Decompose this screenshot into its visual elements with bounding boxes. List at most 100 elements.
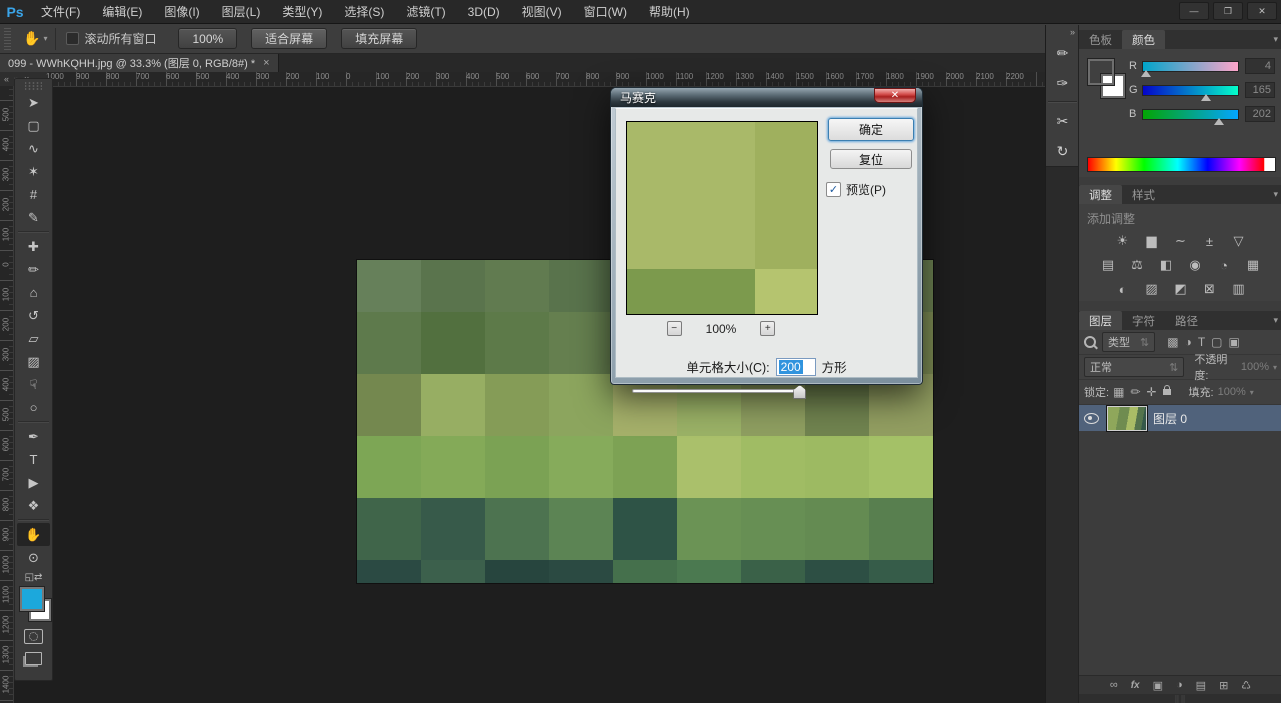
brush-presets-panel-icon[interactable]: ✑: [1046, 68, 1079, 98]
adjustments-panel-tab[interactable]: 调整: [1079, 185, 1122, 204]
color-panel-tab[interactable]: 颜色: [1122, 30, 1165, 49]
dock-resize-grip[interactable]: ⣿⣿: [1079, 694, 1281, 703]
filter-preview[interactable]: [626, 121, 818, 315]
slider-thumb[interactable]: [1141, 70, 1151, 77]
filter-type-layers-icon[interactable]: T: [1198, 335, 1205, 349]
filter-adjustment-layers-icon[interactable]: ◑: [1185, 335, 1192, 349]
delete-layer-icon[interactable]: ♺: [1241, 679, 1251, 692]
swap-colors-icon[interactable]: ◱⇄: [15, 569, 52, 585]
minimize-button[interactable]: —: [1179, 2, 1209, 20]
quick-mask-button[interactable]: [15, 625, 52, 647]
expand-panels-icon[interactable]: »: [1046, 25, 1079, 38]
color-balance-icon[interactable]: ⚖: [1126, 256, 1148, 274]
history-brush-tool[interactable]: ↺: [15, 304, 52, 327]
menu-item[interactable]: 图像(I): [153, 0, 210, 23]
type-tool[interactable]: T: [15, 448, 52, 471]
layer-effects-icon[interactable]: fx: [1131, 680, 1140, 691]
slider-ramp[interactable]: [1142, 109, 1239, 120]
layers-panel-tab[interactable]: 字符: [1122, 311, 1165, 330]
restore-button[interactable]: ❐: [1213, 2, 1243, 20]
adjustments-panel-tab[interactable]: 样式: [1122, 185, 1165, 204]
document-tab-close-icon[interactable]: ×: [263, 57, 269, 69]
menu-item[interactable]: 帮助(H): [638, 0, 701, 23]
fill-value[interactable]: 100%: [1218, 386, 1246, 398]
slider-value[interactable]: 165: [1245, 82, 1275, 98]
menu-item[interactable]: 3D(D): [457, 0, 511, 23]
photo-filter-icon[interactable]: ◉: [1184, 256, 1206, 274]
tool-preset-picker[interactable]: ✋ ▾: [15, 28, 56, 50]
hue-saturation-icon[interactable]: ▤: [1097, 256, 1119, 274]
slider-ramp[interactable]: [1142, 85, 1239, 96]
ok-button[interactable]: 确定: [828, 118, 914, 141]
gradient-tool[interactable]: ▨: [15, 350, 52, 373]
clone-source-panel-icon[interactable]: ↻: [1046, 136, 1079, 166]
new-layer-icon[interactable]: ⊞: [1219, 679, 1228, 692]
lock-move-icon[interactable]: ✛: [1146, 385, 1156, 399]
filter-kind-select[interactable]: 类型 ⇅: [1102, 332, 1155, 352]
slider-ramp[interactable]: [1142, 61, 1239, 72]
slider-thumb[interactable]: [1214, 118, 1224, 125]
blend-mode-select[interactable]: 正常 ⇅: [1084, 357, 1184, 377]
exposure-icon[interactable]: ±: [1199, 232, 1221, 250]
black-white-icon[interactable]: ◧: [1155, 256, 1177, 274]
tools-panel-grip[interactable]: [25, 81, 42, 91]
smudge-tool[interactable]: ☟: [15, 373, 52, 396]
menu-item[interactable]: 窗口(W): [573, 0, 638, 23]
layer-group-icon[interactable]: ▤: [1196, 679, 1206, 692]
opacity-value[interactable]: 100%: [1241, 361, 1269, 373]
selective-color-icon[interactable]: ⊠: [1199, 280, 1221, 298]
menu-item[interactable]: 滤镜(T): [395, 0, 456, 23]
menu-item[interactable]: 文件(F): [30, 0, 91, 23]
fit-screen-button[interactable]: 适合屏幕: [251, 28, 327, 49]
layers-panel-tab[interactable]: 图层: [1079, 311, 1122, 330]
slider-thumb[interactable]: [1201, 94, 1211, 101]
posterize-icon[interactable]: ▨: [1141, 280, 1163, 298]
preview-checkbox[interactable]: ✓: [826, 182, 841, 197]
color-panel-tab[interactable]: 色板: [1079, 30, 1122, 49]
panel-menu-icon[interactable]: ▾: [1273, 189, 1278, 200]
slider-value[interactable]: 4: [1245, 58, 1275, 74]
panel-menu-icon[interactable]: ▾: [1273, 315, 1278, 326]
custom-shape-tool[interactable]: ❖: [15, 494, 52, 517]
invert-icon[interactable]: ◐: [1112, 280, 1134, 298]
cell-size-input[interactable]: 200: [776, 358, 816, 376]
vertical-ruler[interactable]: 5004003002001000100200300400500600700800…: [0, 86, 14, 703]
zoom-100-button[interactable]: 100%: [178, 28, 237, 49]
layer-row[interactable]: 图层 0: [1079, 405, 1281, 431]
menu-item[interactable]: 类型(Y): [271, 0, 333, 23]
close-button[interactable]: ✕: [1247, 2, 1277, 20]
color-spectrum-ramp[interactable]: [1087, 157, 1276, 172]
clone-stamp-tool[interactable]: ⌂: [15, 281, 52, 304]
cell-size-slider[interactable]: [632, 385, 800, 397]
adjustment-layer-icon[interactable]: ◑: [1176, 679, 1183, 691]
color-lookup-icon[interactable]: ▦: [1242, 256, 1264, 274]
menu-item[interactable]: 视图(V): [511, 0, 573, 23]
threshold-icon[interactable]: ◩: [1170, 280, 1192, 298]
eyedropper-tool[interactable]: ✎: [15, 206, 52, 229]
move-tool[interactable]: ➤: [15, 91, 52, 114]
options-bar-grip[interactable]: [4, 28, 11, 50]
horizontal-ruler[interactable]: « » × 1000900800700600500400300200100010…: [0, 72, 1045, 87]
layer-visibility-toggle[interactable]: [1081, 413, 1101, 424]
foreground-color-swatch[interactable]: [20, 587, 44, 611]
chevron-down-icon[interactable]: ▾: [1250, 388, 1254, 397]
slider-value[interactable]: 202: [1245, 106, 1275, 122]
panel-menu-icon[interactable]: ▾: [1273, 34, 1278, 45]
zoom-in-button[interactable]: +: [760, 321, 775, 336]
filter-pixel-layers-icon[interactable]: ▩: [1167, 335, 1178, 349]
tab-scroll-left-icon[interactable]: «: [4, 74, 9, 84]
crop-tool[interactable]: #: [15, 183, 52, 206]
screen-mode-button[interactable]: [15, 647, 52, 669]
curves-icon[interactable]: ∼: [1170, 232, 1192, 250]
rectangular-marquee-tool[interactable]: ▢: [15, 114, 52, 137]
pen-tool[interactable]: ✒: [15, 425, 52, 448]
filter-shape-layers-icon[interactable]: ▢: [1211, 335, 1222, 349]
lock-transparency-icon[interactable]: ▦: [1113, 385, 1124, 399]
zoom-out-button[interactable]: −: [667, 321, 682, 336]
layer-mask-icon[interactable]: ▣: [1153, 679, 1163, 692]
document-tab[interactable]: 099 - WWhKQHH.jpg @ 33.3% (图层 0, RGB/8#)…: [0, 54, 279, 72]
layers-panel-tab[interactable]: 路径: [1165, 311, 1208, 330]
menu-item[interactable]: 选择(S): [333, 0, 395, 23]
lock-all-icon[interactable]: [1163, 389, 1171, 395]
foreground-color-swatch[interactable]: [1088, 59, 1114, 85]
